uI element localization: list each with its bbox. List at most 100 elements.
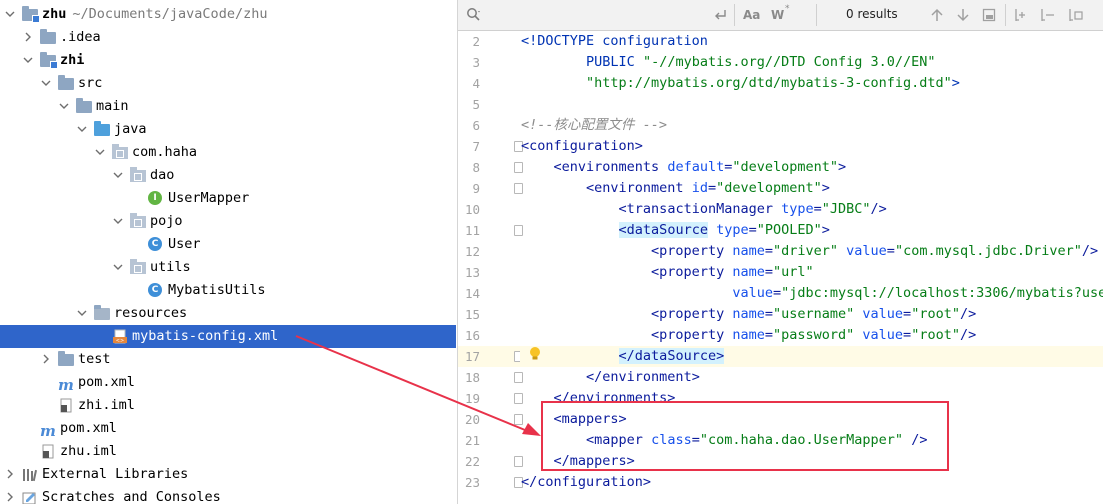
line-number: 12 [464, 244, 480, 259]
line-number: 9 [472, 181, 480, 196]
module-folder-icon [40, 52, 58, 69]
match-case-toggle[interactable]: Aa [743, 8, 760, 22]
line-number: 16 [464, 328, 480, 343]
tree-row-label: mybatis-config.xml [132, 328, 279, 344]
code-line[interactable]: <!DOCTYPE configuration [521, 31, 708, 52]
chevron-down-icon[interactable] [22, 49, 34, 72]
line-number: 14 [464, 286, 480, 301]
chevron-down-icon[interactable] [40, 72, 52, 95]
search-icon[interactable] [466, 7, 482, 26]
tree-row[interactable]: m pom.xml [0, 417, 456, 440]
tree-row[interactable]: dao [0, 164, 456, 187]
line-number: 21 [464, 433, 480, 448]
xml-file-icon: <> [112, 329, 128, 344]
line-number: 5 [472, 97, 480, 112]
tree-row[interactable]: test [0, 348, 456, 371]
package-icon [130, 213, 146, 229]
package-icon [130, 259, 146, 275]
tree-row-label: zhu.iml [60, 443, 117, 459]
tree-row[interactable]: resources [0, 302, 456, 325]
tree-row[interactable]: com.haha [0, 141, 456, 164]
tree-row[interactable]: <> mybatis-config.xml [0, 325, 456, 348]
tree-row[interactable]: main [0, 95, 456, 118]
chevron-down-icon[interactable] [94, 141, 106, 164]
search-input[interactable] [488, 5, 708, 25]
folder-icon [40, 29, 56, 45]
tree-row[interactable]: m pom.xml [0, 371, 456, 394]
project-tree[interactable]: zhu ~/Documents/javaCode/zhu .idea zhi src ma… [0, 0, 456, 504]
code-line[interactable]: <configuration> [521, 136, 643, 157]
folder-icon [58, 75, 74, 91]
maven-icon: m [40, 422, 56, 440]
chevron-down-icon[interactable] [112, 256, 124, 279]
code-line[interactable]: <property name="username" value="root"/> [521, 304, 976, 325]
svg-text:<>: <> [116, 338, 124, 344]
chevron-down-icon[interactable] [76, 118, 88, 141]
code-line[interactable]: <transactionManager type="JDBC"/> [521, 199, 887, 220]
package-icon [130, 167, 146, 183]
new-line-icon[interactable] [714, 8, 728, 25]
tree-row[interactable]: utils [0, 256, 456, 279]
iml-file-icon [58, 398, 74, 413]
intention-bulb-icon[interactable] [528, 346, 542, 366]
previous-occurrence-icon[interactable] [930, 7, 944, 26]
tree-row[interactable]: C User [0, 233, 456, 256]
multiline-toggle-icon[interactable] [1068, 8, 1086, 25]
chevron-down-icon[interactable] [112, 210, 124, 233]
tree-row-label: User [168, 236, 201, 252]
code-line[interactable]: <!--核心配置文件 --> [521, 115, 667, 136]
class-icon: C [148, 237, 164, 252]
add-occurrence-icon[interactable] [1014, 8, 1032, 25]
tree-row-label: main [96, 98, 129, 114]
next-occurrence-icon[interactable] [956, 7, 970, 26]
chevron-right-icon[interactable] [4, 463, 16, 486]
remove-occurrence-icon[interactable] [1040, 8, 1058, 25]
line-number: 6 [472, 118, 480, 133]
chevron-down-icon[interactable] [76, 302, 88, 325]
select-all-occurrences-icon[interactable] [982, 8, 996, 25]
code-line[interactable]: <property name="driver" value="com.mysql… [521, 241, 1098, 262]
tree-row-label: .idea [60, 29, 101, 45]
tree-row-label: pom.xml [60, 420, 117, 436]
line-number: 10 [464, 202, 480, 217]
tree-row[interactable]: zhi.iml [0, 394, 456, 417]
tree-row[interactable]: .idea [0, 26, 456, 49]
code-line[interactable]: <environment id="development"> [521, 178, 830, 199]
package-icon [112, 144, 128, 160]
chevron-down-icon[interactable] [112, 164, 124, 187]
code-line[interactable]: "http://mybatis.org/dtd/mybatis-3-config… [521, 73, 960, 94]
tree-row[interactable]: zhu.iml [0, 440, 456, 463]
editor-gutter: 2 3 4 5 6 7 8 9 10 11 12 13 14 15 16 17 18 19 20 21 22 23 [458, 31, 523, 504]
chevron-right-icon[interactable] [4, 486, 16, 504]
tree-row[interactable]: External Libraries [0, 463, 456, 486]
code-line[interactable]: <environments default="development"> [521, 157, 847, 178]
scratches-icon [22, 490, 38, 504]
code-line[interactable]: PUBLIC "-//mybatis.org//DTD Config 3.0//… [521, 52, 936, 73]
project-path: ~/Documents/javaCode/zhu [72, 6, 268, 22]
code-line[interactable]: </environment> [521, 367, 700, 388]
code-line[interactable]: <property name="url" [521, 262, 814, 283]
interface-icon: I [148, 191, 164, 206]
tree-row[interactable]: zhu ~/Documents/javaCode/zhu [0, 3, 456, 26]
tree-row[interactable]: pojo [0, 210, 456, 233]
tree-row[interactable]: C MybatisUtils [0, 279, 456, 302]
code-line[interactable]: <property name="password" value="root"/> [521, 325, 976, 346]
chevron-down-icon[interactable] [4, 3, 16, 26]
code-line[interactable]: value="jdbc:mysql://localhost:3306/mybat… [521, 283, 1103, 304]
find-bar: Aa W * 0 results [458, 0, 1103, 31]
code-line[interactable]: </dataSource> [521, 346, 725, 367]
tree-row[interactable]: zhi [0, 49, 456, 72]
tree-row[interactable]: java [0, 118, 456, 141]
chevron-right-icon[interactable] [40, 348, 52, 371]
chevron-right-icon[interactable] [22, 26, 34, 49]
code-line[interactable]: <dataSource type="POOLED"> [521, 220, 830, 241]
chevron-down-icon[interactable] [58, 95, 70, 118]
tree-row[interactable]: src [0, 72, 456, 95]
words-toggle[interactable]: W [771, 8, 784, 22]
class-icon: C [148, 283, 164, 298]
tree-row[interactable]: I UserMapper [0, 187, 456, 210]
line-number: 7 [472, 139, 480, 154]
tree-row[interactable]: Scratches and Consoles [0, 486, 456, 504]
code-line[interactable]: </configuration> [521, 472, 651, 493]
line-number: 4 [472, 76, 480, 91]
